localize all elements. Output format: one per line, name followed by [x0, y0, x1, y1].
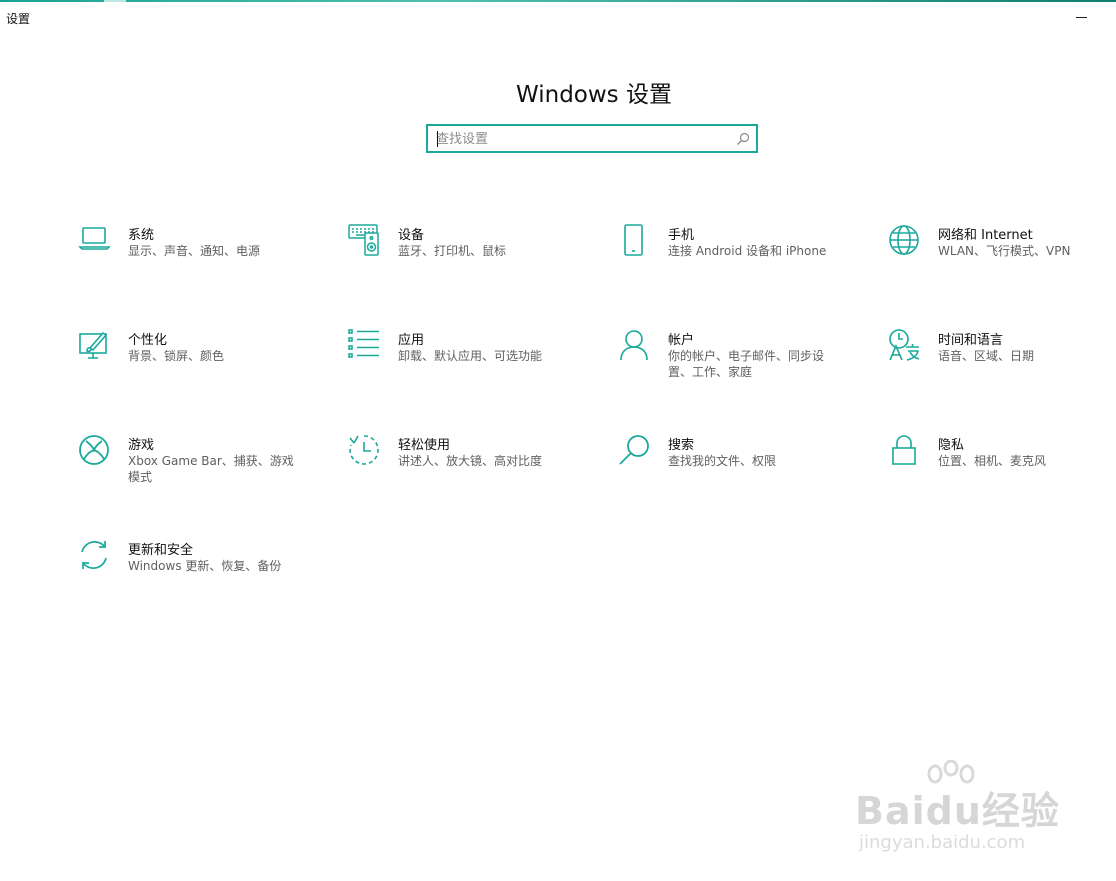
tile-gaming[interactable]: 游戏 Xbox Game Bar、捕获、游戏模式	[78, 434, 328, 514]
tile-search[interactable]: 搜索 查找我的文件、权限	[618, 434, 868, 514]
tile-phone-desc: 连接 Android 设备和 iPhone	[668, 244, 827, 258]
tile-accounts-desc: 你的帐户、电子邮件、同步设置、工作、家庭	[668, 349, 825, 379]
globe-icon	[888, 224, 922, 258]
watermark-main: Baidu经验	[855, 789, 1060, 833]
tile-privacy-desc: 位置、相机、麦克风	[938, 454, 1047, 468]
laptop-icon	[78, 224, 112, 258]
tile-ease-of-access-name: 轻松使用	[398, 438, 451, 453]
tile-ease-of-access[interactable]: 轻松使用 讲述人、放大镜、高对比度	[348, 434, 598, 514]
tile-accounts[interactable]: 帐户 你的帐户、电子邮件、同步设置、工作、家庭	[618, 329, 868, 409]
baidu-jingyan-watermark: Baidu经验 jingyan.baidu.com	[855, 760, 1065, 860]
tile-personalization-desc: 背景、锁屏、颜色	[128, 349, 225, 363]
tile-phone-name: 手机	[668, 228, 695, 243]
tile-time-language-name: 时间和语言	[938, 333, 1004, 348]
tile-devices[interactable]: 设备 蓝牙、打印机、鼠标	[348, 224, 598, 304]
tile-gaming-name: 游戏	[128, 438, 155, 453]
tile-apps-desc: 卸载、默认应用、可选功能	[398, 349, 543, 363]
phone-icon	[618, 224, 652, 258]
search-icon	[618, 434, 652, 468]
tile-network[interactable]: 网络和 Internet WLAN、飞行模式、VPN	[888, 224, 1116, 304]
tile-system-name: 系统	[128, 228, 155, 243]
personalization-icon	[78, 329, 112, 363]
tile-system[interactable]: 系统 显示、声音、通知、电源	[78, 224, 328, 304]
tile-time-language-desc: 语音、区域、日期	[938, 349, 1035, 363]
tile-update-security[interactable]: 更新和安全 Windows 更新、恢复、备份	[78, 539, 328, 619]
tile-apps[interactable]: 应用 卸载、默认应用、可选功能	[348, 329, 598, 409]
tile-update-security-desc: Windows 更新、恢复、备份	[128, 559, 282, 573]
tile-network-desc: WLAN、飞行模式、VPN	[938, 244, 1071, 258]
tile-privacy[interactable]: 隐私 位置、相机、麦克风	[888, 434, 1116, 514]
tile-privacy-name: 隐私	[938, 438, 965, 453]
lock-icon	[888, 434, 922, 468]
watermark-url: jingyan.baidu.com	[859, 832, 1026, 853]
account-icon	[618, 329, 652, 363]
devices-icon	[348, 224, 382, 258]
tile-ease-of-access-desc: 讲述人、放大镜、高对比度	[398, 454, 543, 468]
update-icon	[78, 539, 112, 573]
tile-personalization-name: 个性化	[128, 333, 168, 348]
tile-search-desc: 查找我的文件、权限	[668, 454, 777, 468]
tile-search-name: 搜索	[668, 438, 695, 453]
xbox-icon	[78, 434, 112, 468]
tile-time-language[interactable]: 时间和语言 语音、区域、日期	[888, 329, 1116, 409]
tile-apps-name: 应用	[398, 333, 425, 348]
tile-accounts-name: 帐户	[668, 333, 695, 348]
tile-gaming-desc: Xbox Game Bar、捕获、游戏模式	[128, 454, 294, 484]
tile-update-security-name: 更新和安全	[128, 543, 194, 558]
tile-network-name: 网络和 Internet	[938, 228, 1033, 243]
apps-list-icon	[348, 329, 382, 363]
tile-devices-desc: 蓝牙、打印机、鼠标	[398, 244, 507, 258]
time-language-icon	[888, 329, 922, 363]
tile-system-desc: 显示、声音、通知、电源	[128, 244, 261, 258]
tile-personalization[interactable]: 个性化 背景、锁屏、颜色	[78, 329, 328, 409]
ease-of-access-icon	[348, 434, 382, 468]
tile-phone[interactable]: 手机 连接 Android 设备和 iPhone	[618, 224, 868, 304]
settings-grid: 系统 显示、声音、通知、电源 设备 蓝牙、打印机、鼠标 手机 连接 Androi…	[0, 0, 1116, 881]
tile-devices-name: 设备	[398, 228, 425, 243]
